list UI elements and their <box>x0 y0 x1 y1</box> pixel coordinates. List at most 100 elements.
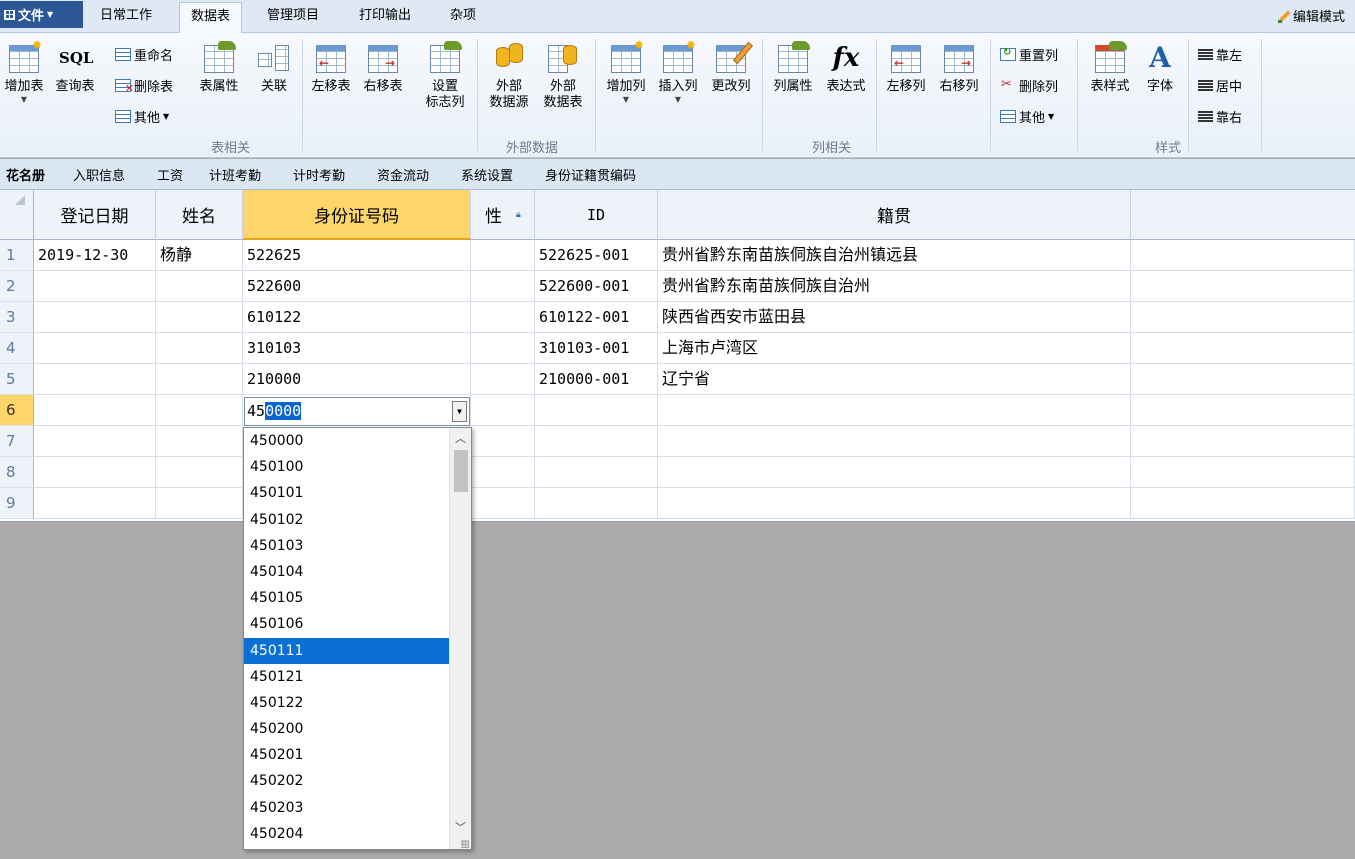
table-cell[interactable]: 210000 <box>243 364 471 395</box>
external-table-button[interactable]: 外部 数据表 <box>538 41 588 111</box>
expression-button[interactable]: fx 表达式 <box>821 41 871 95</box>
tab-daily-work[interactable]: 日常工作 <box>89 5 163 29</box>
table-cell[interactable] <box>471 457 535 488</box>
table-cell[interactable] <box>658 457 1131 488</box>
dropdown-option[interactable]: 450103 <box>244 533 449 559</box>
dropdown-option[interactable]: 450100 <box>244 454 449 480</box>
row-header[interactable]: 8 <box>0 457 34 488</box>
select-all-corner[interactable] <box>0 190 34 240</box>
table-cell[interactable] <box>156 457 243 488</box>
table-cell[interactable] <box>1131 488 1355 519</box>
table-cell[interactable] <box>471 488 535 519</box>
table-cell[interactable] <box>34 302 156 333</box>
table-cell[interactable] <box>156 426 243 457</box>
align-left-button[interactable]: 靠左 <box>1198 44 1242 64</box>
resize-grip-icon[interactable] <box>461 840 469 848</box>
tab-data-table[interactable]: 数据表 <box>179 2 243 34</box>
dropdown-option[interactable]: 450122 <box>244 690 449 716</box>
align-center-button[interactable]: 居中 <box>1198 75 1242 95</box>
id-number-cell-editor[interactable]: 450000 ▼ <box>244 397 470 426</box>
sheet-tab[interactable]: 计时考勤 <box>293 165 345 184</box>
tab-manage-projects[interactable]: 管理项目 <box>256 5 330 29</box>
table-cell[interactable]: 310103 <box>243 333 471 364</box>
table-cell[interactable] <box>535 488 658 519</box>
chevron-down-icon[interactable]: ﹀ <box>450 819 471 835</box>
table-cell[interactable]: 610122-001 <box>535 302 658 333</box>
table-cell[interactable]: 210000-001 <box>535 364 658 395</box>
row-header[interactable]: 7 <box>0 426 34 457</box>
scrollbar-thumb[interactable] <box>454 450 468 492</box>
sheet-tab[interactable]: 资金流动 <box>377 165 429 184</box>
table-cell[interactable] <box>34 271 156 302</box>
table-cell[interactable]: 522625 <box>243 240 471 271</box>
table-cell[interactable] <box>1131 426 1355 457</box>
dropdown-option[interactable]: 450105 <box>244 585 449 611</box>
file-menu-button[interactable]: 文件 ▼ <box>0 1 83 28</box>
table-cell[interactable] <box>1131 395 1355 426</box>
dropdown-option[interactable]: 450200 <box>244 716 449 742</box>
table-cell[interactable] <box>1131 271 1355 302</box>
table-cell[interactable] <box>471 302 535 333</box>
dropdown-scrollbar[interactable]: ︿ ﹀ <box>449 428 471 849</box>
sheet-tab[interactable]: 入职信息 <box>73 165 125 184</box>
table-cell[interactable] <box>1131 302 1355 333</box>
reset-column-button[interactable]: ↻ 重置列 <box>1000 44 1058 64</box>
table-cell[interactable] <box>471 240 535 271</box>
dropdown-option[interactable]: 450203 <box>244 795 449 821</box>
delete-column-button[interactable]: ✂ 删除列 <box>1000 75 1058 95</box>
column-header[interactable]: 性 🔒︎ <box>471 190 535 240</box>
column-header[interactable]: 登记日期 <box>34 190 156 240</box>
table-cell[interactable]: 2019-12-30 <box>34 240 156 271</box>
table-cell[interactable] <box>34 364 156 395</box>
dropdown-option[interactable]: 450121 <box>244 664 449 690</box>
table-cell[interactable] <box>156 333 243 364</box>
table-style-button[interactable]: 表样式 <box>1085 41 1135 95</box>
table-cell[interactable]: 610122 <box>243 302 471 333</box>
table-cell[interactable] <box>658 488 1131 519</box>
row-header[interactable]: 3 <box>0 302 34 333</box>
table-cell[interactable]: 辽宁省 <box>658 364 1131 395</box>
tab-print-output[interactable]: 打印输出 <box>348 5 422 29</box>
dropdown-option[interactable]: 450201 <box>244 742 449 768</box>
sheet-tab[interactable]: 计班考勤 <box>209 165 261 184</box>
dropdown-option[interactable]: 450101 <box>244 480 449 506</box>
external-source-button[interactable]: 外部 数据源 <box>484 41 534 111</box>
move-table-right-button[interactable]: → 右移表 <box>359 41 407 95</box>
column-header[interactable]: 籍贯 <box>658 190 1131 240</box>
change-column-button[interactable]: 更改列 <box>706 41 756 95</box>
table-cell[interactable] <box>34 395 156 426</box>
table-cell[interactable] <box>471 333 535 364</box>
query-table-button[interactable]: SQL 查询表 <box>50 41 100 95</box>
table-cell[interactable] <box>1131 364 1355 395</box>
row-header[interactable]: 1 <box>0 240 34 271</box>
table-cell[interactable]: 陕西省西安市蓝田县 <box>658 302 1131 333</box>
table-cell[interactable] <box>34 488 156 519</box>
table-cell[interactable] <box>471 426 535 457</box>
add-column-button[interactable]: ✸ 增加列 ▼ <box>601 39 651 105</box>
dropdown-option[interactable]: 450104 <box>244 559 449 585</box>
column-header[interactable]: ID <box>535 190 658 240</box>
table-cell[interactable] <box>535 395 658 426</box>
sheet-tab[interactable]: 系统设置 <box>461 165 513 184</box>
autocomplete-dropdown[interactable]: 450000 450100 450101 450102 450103 450104 4501… <box>243 427 472 850</box>
column-other-button[interactable]: 其他 ▼ <box>1000 106 1054 126</box>
table-cell[interactable] <box>471 364 535 395</box>
table-cell[interactable] <box>471 395 535 426</box>
row-header[interactable]: 5 <box>0 364 34 395</box>
insert-column-button[interactable]: ✸ 插入列 ▼ <box>653 39 703 105</box>
relation-button[interactable]: 关联 <box>252 41 296 95</box>
sheet-tab[interactable]: 身份证籍贯编码 <box>545 165 636 184</box>
dropdown-option[interactable]: 450111 <box>244 637 449 664</box>
table-properties-button[interactable]: 表属性 <box>197 41 241 95</box>
sheet-tab[interactable]: 花名册 <box>6 165 45 184</box>
table-cell[interactable] <box>535 457 658 488</box>
table-cell[interactable]: 贵州省黔东南苗族侗族自治州镇远县 <box>658 240 1131 271</box>
table-cell[interactable] <box>34 457 156 488</box>
table-cell[interactable]: 522625-001 <box>535 240 658 271</box>
table-cell[interactable] <box>156 488 243 519</box>
set-flag-column-button[interactable]: 设置 标志列 <box>420 41 470 111</box>
column-header[interactable]: 姓名 <box>156 190 243 240</box>
move-column-left-button[interactable]: ← 左移列 <box>881 41 931 95</box>
font-button[interactable]: A 字体 <box>1140 41 1180 95</box>
table-cell[interactable]: 310103-001 <box>535 333 658 364</box>
